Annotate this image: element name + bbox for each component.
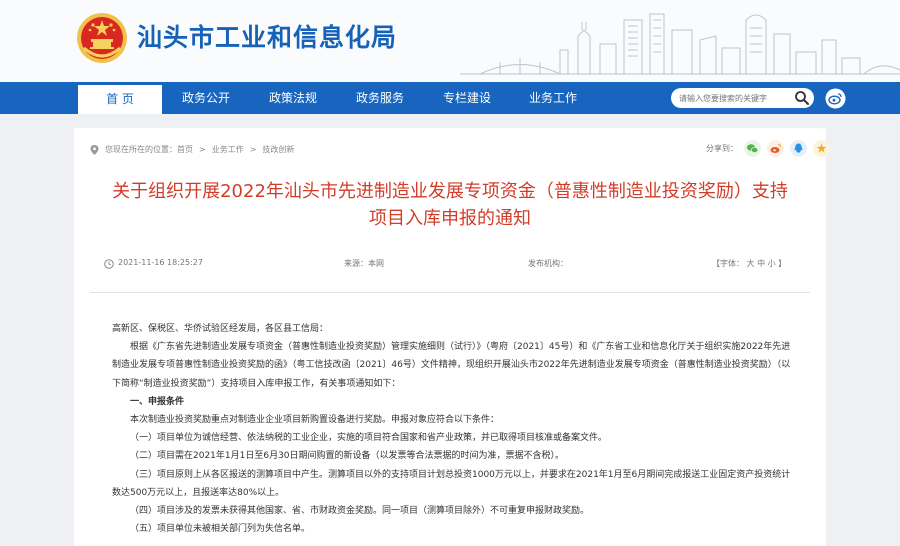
site-title[interactable]: 汕头市工业和信息化局 bbox=[137, 18, 397, 54]
nav-item-government-affairs[interactable]: 政务公开 bbox=[166, 82, 246, 114]
nav-item-services[interactable]: 政务服务 bbox=[340, 82, 420, 114]
qq-share-icon[interactable] bbox=[790, 140, 807, 157]
nav-item-policies[interactable]: 政策法规 bbox=[253, 82, 333, 114]
article-paragraph: （三）项目原则上从各区报送的测算项目中产生。测算项目以外的支持项目计划总投资10… bbox=[112, 469, 791, 498]
breadcrumb-separator: > bbox=[249, 145, 257, 154]
breadcrumb: 您现在所在的位置： 首页 > 业务工作 > 技改创新 bbox=[90, 144, 294, 155]
divider bbox=[90, 292, 810, 293]
location-pin-icon bbox=[90, 144, 99, 155]
search-input[interactable] bbox=[679, 90, 789, 106]
article-body: 高新区、保税区、华侨试验区经发局，各区县工信局： 根据《广东省先进制造业发展专项… bbox=[112, 320, 792, 538]
search-box bbox=[671, 88, 814, 108]
nav-item-special-columns[interactable]: 专栏建设 bbox=[427, 82, 507, 114]
article-title-line: 关于组织开展2022年汕头市先进制造业发展专项资金（普惠性制造业投资奖励）支持 bbox=[112, 181, 788, 202]
article-paragraph: （一）项目单位为诚信经营、依法纳税的工业企业，实施的项目符合国家和省产业政策，并… bbox=[130, 433, 608, 444]
breadcrumb-link-home[interactable]: 首页 bbox=[177, 144, 193, 155]
section-heading: 一、申报条件 bbox=[130, 396, 185, 407]
breadcrumb-separator: > bbox=[199, 145, 206, 154]
share-label: 分享到： bbox=[706, 144, 738, 153]
nav-item-home[interactable]: 首 页 bbox=[78, 85, 162, 114]
article-paragraph: （四）项目涉及的发票未获得其他国家、省、市财政资金奖励。同一项目（测算项目除外）… bbox=[130, 506, 590, 517]
breadcrumb-link-business[interactable]: 业务工作 bbox=[212, 144, 244, 155]
article-paragraph: 本次制造业投资奖励重点对制造业企业项目新购置设备进行奖励。申报对象应符合以下条件… bbox=[130, 415, 500, 426]
article-card: 您现在所在的位置： 首页 > 业务工作 > 技改创新 分享到： 关于组织开展202… bbox=[74, 128, 830, 546]
breadcrumb-prefix: 您现在所在的位置： bbox=[105, 145, 177, 154]
site-header: 汕头市工业和信息化局 bbox=[0, 0, 900, 82]
main-nav: 首 页 政务公开 政策法规 政务服务 专栏建设 业务工作 bbox=[0, 82, 900, 114]
article-paragraph: 高新区、保税区、华侨试验区经发局，各区县工信局： bbox=[112, 324, 329, 334]
article-paragraph: （二）项目需在2021年1月1日至6月30日期间购置的新设备（以发票等合法票据的… bbox=[130, 451, 565, 462]
article-title: 关于组织开展2022年汕头市先进制造业发展专项资金（普惠性制造业投资奖励）支持 … bbox=[84, 178, 816, 232]
article-meta: 2021-11-16 18:25:27 来源：本网 发布机构： 【字体： 大 中… bbox=[104, 258, 794, 272]
article-publisher: 发布机构： bbox=[528, 259, 568, 268]
article-source: 来源：本网 bbox=[344, 259, 384, 268]
national-emblem-icon[interactable] bbox=[76, 12, 128, 64]
breadcrumb-link-tech-innovation[interactable]: 技改创新 bbox=[262, 144, 294, 155]
font-size-switcher[interactable]: 【字体： 大 中 小 】 bbox=[712, 258, 786, 269]
article-paragraph: 根据《广东省先进制造业发展专项资金（普惠性制造业投资奖励）管理实施细则（试行）》… bbox=[112, 342, 791, 389]
publish-date: 2021-11-16 18:25:27 bbox=[118, 258, 203, 267]
clock-icon bbox=[104, 259, 114, 269]
article-paragraph: （五）项目单位未被相关部门列为失信名单。 bbox=[130, 524, 311, 535]
favorite-star-share-icon[interactable] bbox=[813, 140, 830, 157]
search-icon[interactable] bbox=[794, 90, 810, 106]
nav-item-business-work[interactable]: 业务工作 bbox=[513, 82, 593, 114]
article-title-line: 项目入库申报的通知 bbox=[369, 208, 531, 229]
city-skyline-banner bbox=[460, 13, 900, 75]
weibo-share-icon[interactable] bbox=[767, 140, 784, 157]
weibo-icon[interactable] bbox=[825, 88, 846, 109]
wechat-share-icon[interactable] bbox=[744, 140, 761, 157]
